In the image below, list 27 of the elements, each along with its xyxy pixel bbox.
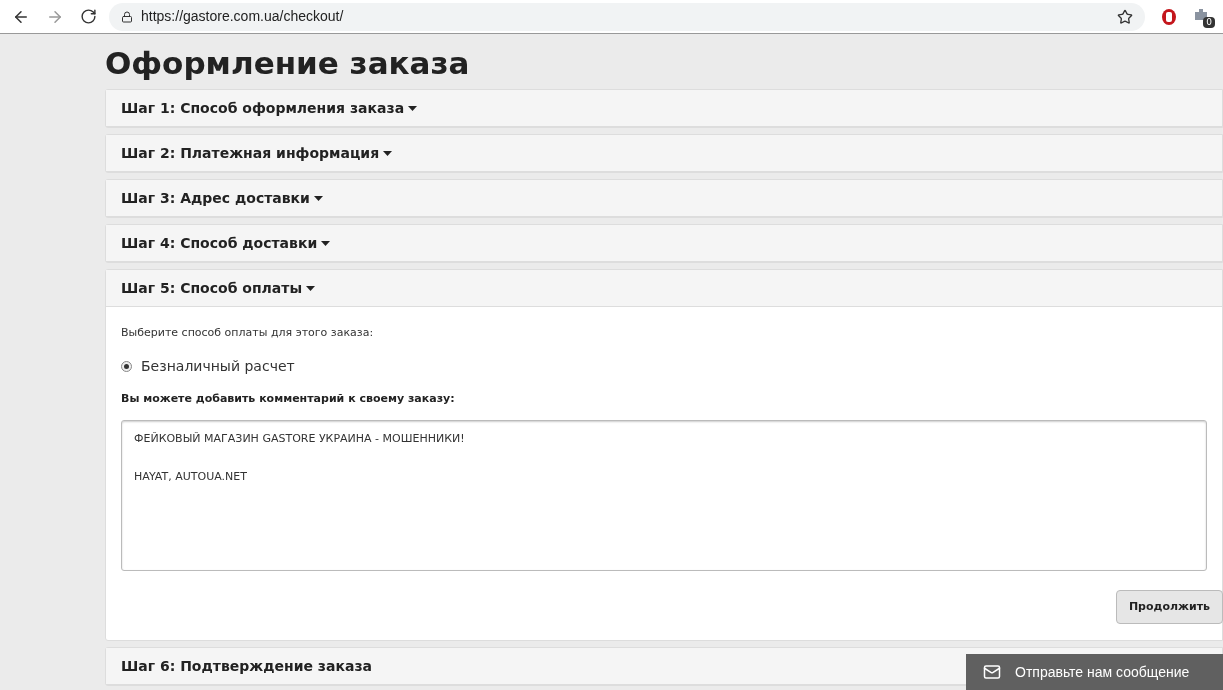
page-title: Оформление заказа: [105, 44, 471, 83]
radio-button[interactable]: [121, 360, 132, 372]
step-header[interactable]: Шаг 2: Платежная информация: [106, 135, 1222, 172]
step-header[interactable]: Шаг 3: Адрес доставки: [106, 180, 1222, 217]
step-title: Шаг 1: Способ оформления заказа: [121, 98, 405, 118]
payment-prompt: Выберите способ оплаты для этого заказа:: [121, 325, 375, 341]
step-title: Шаг 4: Способ доставки: [121, 233, 318, 253]
bookmark-star-icon[interactable]: [1117, 8, 1133, 25]
comment-label: Вы можете добавить комментарий к своему заказу:: [121, 390, 456, 407]
extension-badge: 0: [1203, 16, 1215, 28]
comment-field[interactable]: ФЕЙКОВЫЙ МАГАЗИН GASTORE УКРАИНА - МОШЕННИКИ! HAYAT, AUTOUA.NET: [121, 420, 1207, 571]
chat-toast[interactable]: Отправьте нам сообщение: [966, 654, 1223, 690]
url-text: https://gastore.com.ua/checkout/: [141, 7, 344, 26]
step-header[interactable]: Шаг 5: Способ оплаты: [106, 270, 1222, 307]
step-header[interactable]: Шаг 4: Способ доставки: [106, 225, 1222, 262]
step-title: Шаг 3: Адрес доставки: [121, 188, 310, 208]
step-title: Шаг 5: Способ оплаты: [121, 278, 303, 298]
step-title: Шаг 2: Платежная информация: [121, 143, 380, 163]
reload-icon[interactable]: [80, 8, 97, 25]
envelope-icon: [983, 663, 1001, 681]
step-header[interactable]: Шаг 1: Способ оформления заказа: [106, 90, 1222, 127]
step-title: Шаг 6: Подтверждение заказа: [121, 656, 372, 676]
lock-icon: [121, 10, 133, 23]
chat-label: Отправьте нам сообщение: [1015, 662, 1190, 682]
address-bar[interactable]: https://gastore.com.ua/checkout/: [109, 2, 1145, 31]
continue-button[interactable]: Продолжить: [1115, 590, 1223, 624]
payment-option[interactable]: Безналичный расчет: [121, 355, 1207, 377]
